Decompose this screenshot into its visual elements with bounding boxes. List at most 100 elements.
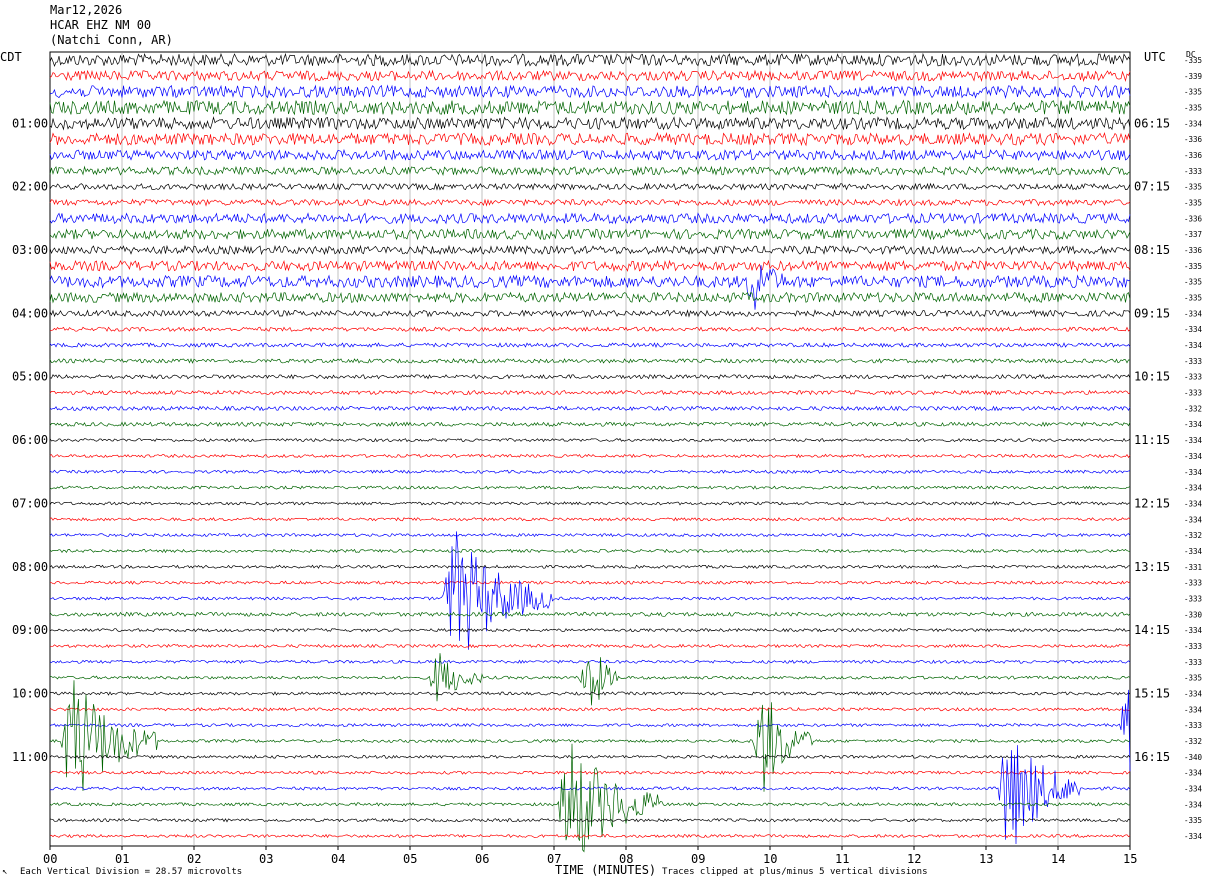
trace-line xyxy=(49,374,1131,380)
x-tick-label: 11 xyxy=(835,852,849,866)
trace-line xyxy=(49,517,1131,522)
dc-offset-label: -334 xyxy=(1184,436,1203,445)
dc-offset-label: -335 xyxy=(1184,199,1202,208)
trace-line xyxy=(49,212,1131,225)
trace-line xyxy=(49,52,1131,68)
dc-offset-label: -336 xyxy=(1184,135,1203,144)
dc-offset-label: -334 xyxy=(1184,341,1203,350)
trace-line xyxy=(49,754,1131,759)
right-hour-label: 06:15 xyxy=(1134,116,1170,130)
trace-line xyxy=(49,770,1131,775)
trace-line xyxy=(49,691,1131,696)
trace-line xyxy=(49,131,1131,147)
trace-line xyxy=(49,198,1131,207)
left-hour-label: 10:00 xyxy=(12,686,48,700)
dc-offset-label: -334 xyxy=(1184,119,1203,128)
trace-line xyxy=(49,627,1131,633)
trace-line xyxy=(49,342,1131,348)
left-hour-label: 04:00 xyxy=(12,306,48,320)
right-timezone: UTC xyxy=(1144,50,1166,64)
corner-glyph: ↖ xyxy=(2,867,8,877)
x-tick-label: 10 xyxy=(763,852,777,866)
dc-offset-label: -334 xyxy=(1184,800,1203,809)
dc-offset-label: -333 xyxy=(1184,594,1202,603)
dc-offset-label: -334 xyxy=(1184,689,1203,698)
dc-offset-label: -334 xyxy=(1184,468,1203,477)
dc-offset-label: -334 xyxy=(1184,832,1203,841)
x-tick-label: 06 xyxy=(475,852,489,866)
trace-line xyxy=(49,358,1131,364)
dc-offset-label: -330 xyxy=(1184,610,1203,619)
trace-line xyxy=(49,611,1131,618)
x-tick-label: 02 xyxy=(187,852,201,866)
trace-line xyxy=(49,485,1131,490)
left-hour-label: 01:00 xyxy=(12,116,48,130)
clip-note: Traces clipped at plus/minus 5 vertical … xyxy=(662,867,928,877)
trace-line xyxy=(49,680,1131,792)
dc-offset-label: -333 xyxy=(1184,579,1202,588)
trace-line xyxy=(49,389,1131,396)
trace-line xyxy=(49,182,1131,191)
dc-offset-label: -337 xyxy=(1184,230,1202,239)
left-hour-label: 09:00 xyxy=(12,623,48,637)
dc-offset-label: -333 xyxy=(1184,642,1202,651)
x-tick-label: 03 xyxy=(259,852,273,866)
trace-line xyxy=(49,501,1131,506)
left-hour-label: 06:00 xyxy=(12,433,48,447)
dc-offset-label: -335 xyxy=(1184,104,1202,113)
x-tick-label: 09 xyxy=(691,852,705,866)
header-location: (Natchi Conn, AR) xyxy=(50,33,173,47)
dc-offset-label: -333 xyxy=(1184,658,1202,667)
dc-offset-label: -334 xyxy=(1184,309,1203,318)
dc-offset-label: -334 xyxy=(1184,499,1203,508)
trace-line xyxy=(49,437,1131,443)
trace-line xyxy=(49,148,1131,162)
dc-offset-label: -334 xyxy=(1184,769,1203,778)
dc-offset-label: -332 xyxy=(1184,404,1202,413)
right-hour-labels: 06:15 07:15 08:15 09:15 10:15 11:15 12:15 13:15… xyxy=(1134,116,1170,763)
left-hour-label: 02:00 xyxy=(12,180,48,194)
dc-offset-label: -334 xyxy=(1184,484,1203,493)
trace-line xyxy=(49,818,1131,823)
trace-line xyxy=(49,707,1131,712)
trace-line xyxy=(49,531,1131,650)
header-station: HCAR EHZ NM 00 xyxy=(50,18,152,32)
right-hour-label: 12:15 xyxy=(1134,496,1170,510)
trace-line xyxy=(49,69,1131,83)
left-hour-label: 08:00 xyxy=(12,560,48,574)
dc-offset-label: -332 xyxy=(1184,737,1202,746)
trace-line xyxy=(49,291,1131,304)
left-timezone: CDT xyxy=(0,50,22,64)
dc-offset-label: -336 xyxy=(1184,151,1203,160)
trace-line xyxy=(49,99,1131,116)
x-tick-label: 04 xyxy=(331,852,345,866)
dc-offset-label: -335 xyxy=(1184,294,1202,303)
right-hour-label: 11:15 xyxy=(1134,433,1170,447)
trace-line xyxy=(49,326,1131,333)
trace-line xyxy=(49,533,1131,538)
left-hour-label: 11:00 xyxy=(12,750,48,764)
seismogram-plot: 00 01 02 03 04 05 06 07 08 09 10 11 12 13 14 15 01:0002… xyxy=(12,51,1203,877)
trace-line xyxy=(50,580,1131,585)
trace-line xyxy=(49,309,1131,318)
dc-offset-label: -333 xyxy=(1184,389,1202,398)
scale-note: Each Vertical Division = 28.57 microvolt… xyxy=(20,867,243,877)
dc-offset-label: -335 xyxy=(1184,278,1202,287)
dc-offset-label: -335 xyxy=(1184,183,1202,192)
trace-line xyxy=(49,84,1131,99)
trace-line xyxy=(49,548,1131,554)
dc-offset-label: -334 xyxy=(1184,420,1203,429)
dc-offset-label: -334 xyxy=(1184,547,1203,556)
x-tick-label: 05 xyxy=(403,852,417,866)
header-date: Mar12,2026 xyxy=(50,3,123,17)
trace-line xyxy=(49,564,1130,570)
x-tick-label: 13 xyxy=(979,852,993,866)
right-hour-label: 10:15 xyxy=(1134,370,1170,384)
dc-offset-label: -340 xyxy=(1184,753,1203,762)
x-tick-label: 12 xyxy=(907,852,921,866)
dc-offset-label: -333 xyxy=(1184,357,1202,366)
trace-line xyxy=(49,643,1131,649)
dc-offset-label: -335 xyxy=(1184,816,1202,825)
trace-line xyxy=(49,165,1131,176)
right-hour-label: 16:15 xyxy=(1134,750,1170,764)
